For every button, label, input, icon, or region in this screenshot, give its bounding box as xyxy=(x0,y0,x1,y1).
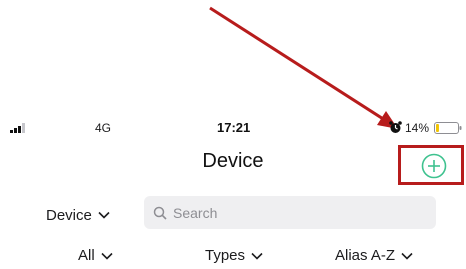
types-filter-label: Types xyxy=(205,247,246,264)
status-bar: 4G 17:21 14% xyxy=(0,118,466,140)
network-type: 4G xyxy=(95,121,112,135)
clock-time: 17:21 xyxy=(217,120,251,135)
battery-percentage: 14% xyxy=(405,121,430,135)
alarm-clock-icon xyxy=(389,121,402,133)
device-filter-dropdown[interactable]: Device xyxy=(46,204,110,226)
search-input[interactable]: Search xyxy=(144,196,436,229)
add-device-button[interactable] xyxy=(398,145,464,185)
chevron-down-icon xyxy=(251,252,263,260)
chevron-down-icon xyxy=(101,252,113,260)
filter-bar: All Types Alias A-Z xyxy=(0,247,466,269)
device-filter-label: Device xyxy=(46,206,92,224)
page-title: Device xyxy=(202,150,264,172)
sort-dropdown[interactable]: Alias A-Z xyxy=(335,247,413,264)
chevron-down-icon xyxy=(98,211,110,219)
types-filter-dropdown[interactable]: Types xyxy=(205,247,263,264)
all-filter-label: All xyxy=(78,247,95,264)
search-icon xyxy=(153,206,167,220)
sort-label: Alias A-Z xyxy=(335,247,396,264)
battery-icon xyxy=(434,122,462,134)
search-placeholder: Search xyxy=(173,204,218,221)
chevron-down-icon xyxy=(401,252,413,260)
all-filter-dropdown[interactable]: All xyxy=(78,247,113,264)
battery-fill xyxy=(436,124,439,132)
signal-strength-icon xyxy=(10,123,25,133)
add-circle-icon xyxy=(421,153,447,179)
